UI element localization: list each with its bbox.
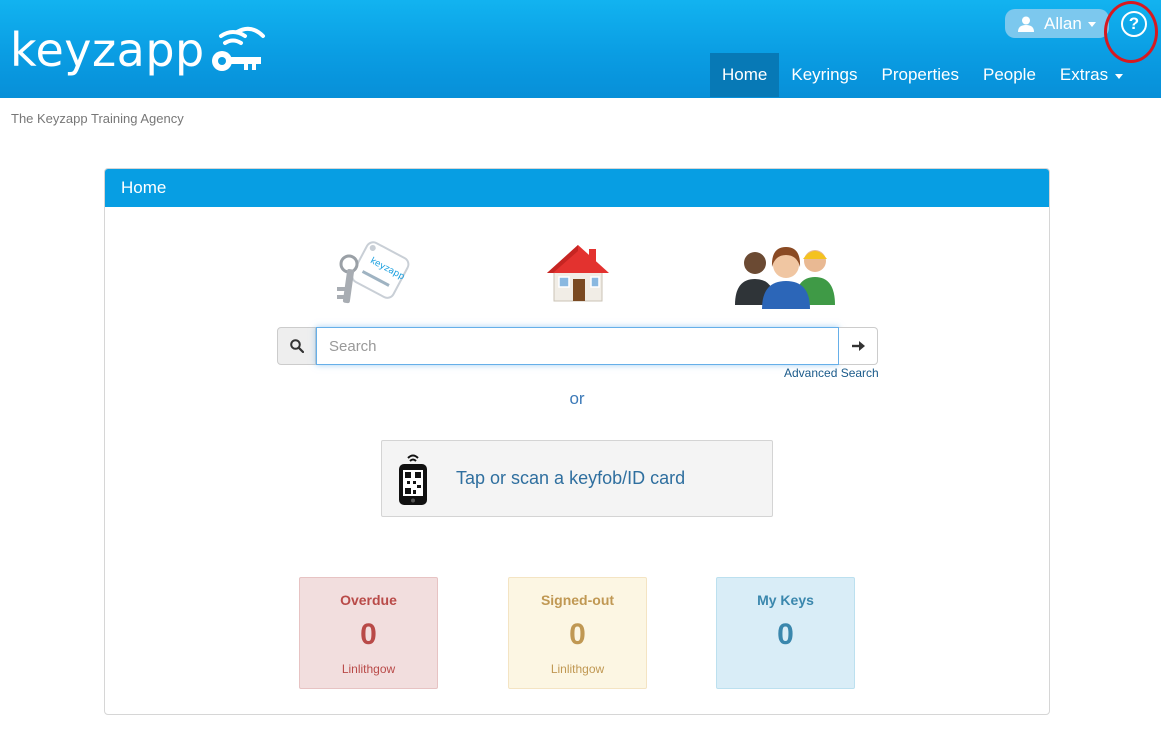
nav-home-label: Home xyxy=(722,65,768,84)
wireless-key-icon xyxy=(211,26,265,71)
nav-extras[interactable]: Extras xyxy=(1048,53,1135,97)
agency-name: The Keyzapp Training Agency xyxy=(11,111,184,126)
main-nav: Home Keyrings Properties People Extras xyxy=(710,53,1135,97)
nav-properties-label: Properties xyxy=(881,65,959,84)
keyzapp-logo[interactable]: keyzapp xyxy=(10,24,267,76)
nav-people-label: People xyxy=(982,65,1036,84)
tap-scan-label: Tap or scan a keyfob/ID card xyxy=(456,468,686,488)
search-submit-button[interactable] xyxy=(839,327,878,365)
stat-location: Linlithgow xyxy=(341,662,396,676)
nav-people[interactable]: People xyxy=(971,53,1048,97)
stat-overdue[interactable]: Overdue 0 Linlithgow xyxy=(299,577,438,689)
arrow-right-icon xyxy=(852,341,865,351)
phone-scan-icon xyxy=(399,454,427,505)
stat-count: 0 xyxy=(569,618,586,651)
stat-title: My Keys xyxy=(757,592,814,608)
search-input[interactable] xyxy=(316,327,839,365)
nav-home[interactable]: Home xyxy=(710,53,780,97)
chevron-down-icon xyxy=(1115,74,1124,80)
search-icon xyxy=(289,339,304,353)
stat-signed-out[interactable]: Signed-out 0 Linlithgow xyxy=(508,577,647,689)
nav-keyrings-label: Keyrings xyxy=(791,65,858,84)
stat-count: 0 xyxy=(777,618,794,651)
logo-text: keyzapp xyxy=(10,23,205,77)
nav-extras-label: Extras xyxy=(1059,65,1109,84)
search-addon xyxy=(277,327,316,365)
stat-title: Signed-out xyxy=(540,592,615,608)
house-icon[interactable] xyxy=(545,241,611,305)
stat-location: Linlithgow xyxy=(550,662,605,676)
stat-my-keys[interactable]: My Keys 0 xyxy=(716,577,855,689)
user-icon xyxy=(1018,16,1034,32)
stat-title: Overdue xyxy=(340,592,397,608)
tap-scan-card[interactable]: Tap or scan a keyfob/ID card xyxy=(381,440,773,517)
stat-count: 0 xyxy=(360,618,377,651)
top-header: keyzapp Allan ? Home Keyrings Properties… xyxy=(0,0,1161,98)
keyring-icon[interactable]: keyzapp xyxy=(327,239,413,311)
help-button[interactable]: ? xyxy=(1121,11,1147,37)
people-icon[interactable] xyxy=(733,239,839,309)
advanced-search-link[interactable]: Advanced Search xyxy=(784,366,879,380)
search-group xyxy=(277,327,878,365)
nav-keyrings[interactable]: Keyrings xyxy=(779,53,869,97)
or-separator: or xyxy=(569,389,585,408)
chevron-down-icon xyxy=(1087,22,1096,27)
user-menu-button[interactable]: Allan xyxy=(1005,9,1109,38)
home-panel: Home keyzapp Search Advanced Search or T… xyxy=(104,168,1050,715)
user-name: Allan xyxy=(1044,13,1082,33)
panel-title: Home xyxy=(105,169,1049,207)
nav-properties[interactable]: Properties xyxy=(870,53,971,97)
